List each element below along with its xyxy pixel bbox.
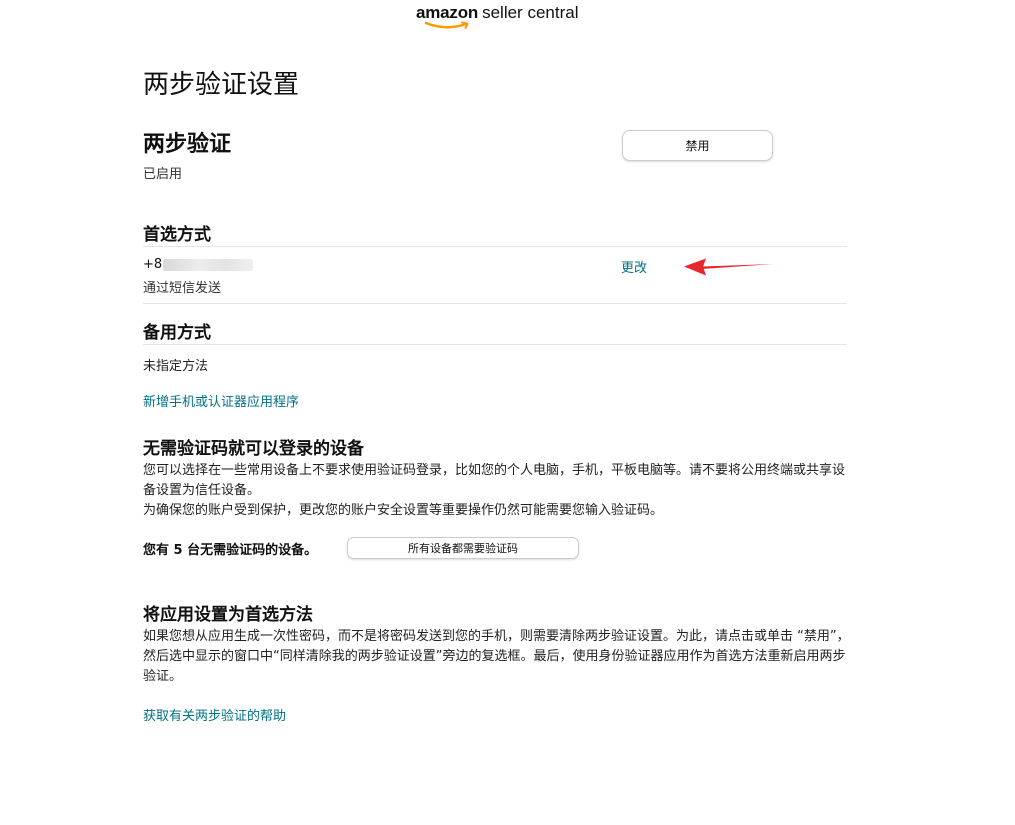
trusted-device-count: 您有 5 台无需验证码的设备。 [143, 543, 318, 558]
phone-redaction [163, 258, 254, 271]
amazon-seller-central-logo[interactable]: amazon seller central [416, 3, 578, 31]
logo-amazon-text: amazon [416, 3, 479, 22]
preferred-phone-number: +8 [143, 257, 254, 272]
divider [143, 303, 847, 304]
preferred-method-heading: 首选方式 [143, 225, 211, 245]
require-all-devices-button[interactable]: 所有设备都需要验证码 [347, 537, 579, 559]
app-preferred-heading: 将应用设置为首选方法 [143, 605, 313, 625]
page-title: 两步验证设置 [143, 70, 300, 100]
two-step-help-link[interactable]: 获取有关两步验证的帮助 [143, 705, 286, 724]
two-step-status: 已启用 [143, 167, 183, 182]
trusted-devices-heading: 无需验证码就可以登录的设备 [143, 439, 364, 459]
phone-prefix: +8 [143, 257, 163, 272]
app-preferred-description: 如果您想从应用生成一次性密码，而不是将密码发送到您的手机，则需要清除两步验证设置… [143, 629, 850, 684]
trusted-devices-note: 为确保您的账户受到保护，更改您的账户安全设置等重要操作仍然可能需要您输入验证码。 [143, 503, 664, 518]
preferred-delivery-method: 通过短信发送 [143, 281, 222, 296]
disable-button[interactable]: 禁用 [622, 130, 773, 161]
two-step-heading: 两步验证 [143, 132, 232, 157]
backup-method-heading: 备用方式 [143, 323, 211, 343]
trusted-devices-description: 您可以选择在一些常用设备上不要求使用验证码登录，比如您的个人电脑，手机，平板电脑… [143, 463, 846, 498]
annotation-arrow-icon [684, 258, 773, 276]
divider [143, 344, 847, 345]
logo-seller-central-text: seller central [482, 3, 579, 22]
amazon-smile-icon [424, 21, 469, 29]
add-backup-method-link[interactable]: 新增手机或认证器应用程序 [143, 391, 299, 410]
change-preferred-link[interactable]: 更改 [621, 257, 647, 276]
backup-method-value: 未指定方法 [143, 359, 209, 374]
divider [143, 246, 847, 247]
